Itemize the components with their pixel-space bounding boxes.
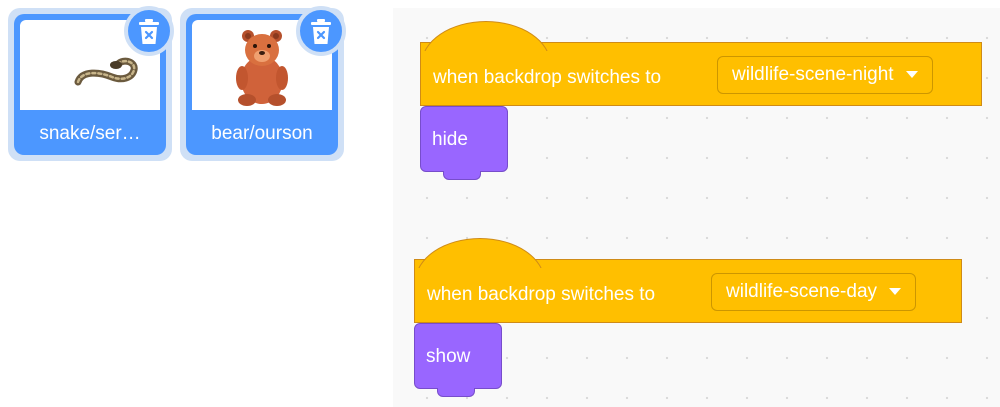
when-backdrop-switches-hat-block[interactable]: when backdrop switches to wildlife-scene…	[420, 21, 982, 106]
delete-sprite-button[interactable]	[296, 6, 346, 56]
backdrop-dropdown[interactable]: wildlife-scene-night	[717, 56, 933, 94]
sprite-name: snake/ser…	[39, 123, 141, 144]
sprite-name: bear/ourson	[211, 123, 313, 144]
block-bump	[437, 388, 475, 397]
when-backdrop-switches-hat-block[interactable]: when backdrop switches to wildlife-scene…	[414, 238, 962, 323]
block-label: show	[426, 346, 471, 367]
hat-block-label: when backdrop switches to	[427, 284, 656, 305]
sprite-tile-snake[interactable]: snake/ser…	[8, 6, 174, 161]
show-block[interactable]: show	[414, 323, 502, 397]
block-bump	[443, 171, 481, 180]
trash-icon	[311, 19, 331, 44]
script-workspace[interactable]: when backdrop switches to wildlife-scene…	[393, 8, 1000, 407]
hat-block-label: when backdrop switches to	[433, 67, 662, 88]
delete-sprite-button[interactable]	[124, 6, 174, 56]
chevron-down-icon	[889, 288, 902, 295]
backdrop-dropdown-value: wildlife-scene-day	[726, 281, 878, 302]
hide-block[interactable]: hide	[420, 106, 508, 180]
backdrop-dropdown[interactable]: wildlife-scene-day	[711, 273, 917, 311]
chevron-down-icon	[905, 71, 918, 78]
block-label: hide	[432, 129, 468, 150]
sprite-tile-bear[interactable]: bear/ourson	[180, 6, 346, 161]
backdrop-dropdown-value: wildlife-scene-night	[732, 64, 894, 85]
trash-icon	[139, 19, 159, 44]
